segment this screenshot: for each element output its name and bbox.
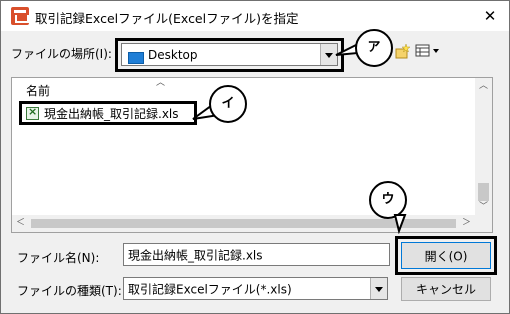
location-combo[interactable]: Desktop — [121, 43, 338, 66]
close-button[interactable]: ✕ — [477, 3, 503, 29]
file-type-select[interactable]: 取引記録Excelファイル(*.xls) — [123, 277, 388, 300]
callout-u-tail — [393, 214, 407, 234]
location-value: Desktop — [148, 47, 198, 62]
vertical-scrollbar[interactable]: ︿ ﹀ — [475, 78, 492, 216]
callout-a: ア — [355, 29, 393, 67]
file-item-name: 現金出納帳_取引記録.xls — [44, 107, 179, 121]
scroll-up-icon[interactable]: ︿ — [475, 78, 492, 95]
excel-file-icon — [26, 105, 39, 120]
callout-i: イ — [209, 85, 247, 123]
view-menu-icon[interactable] — [415, 43, 443, 59]
window-title: 取引記録Excelファイル(Excelファイル)を指定 — [35, 11, 299, 26]
title-bar: 取引記録Excelファイル(Excelファイル)を指定 ✕ — [1, 1, 509, 31]
file-name-label: ファイル名(N): — [17, 251, 100, 265]
scroll-left-icon[interactable]: ＜ — [12, 215, 29, 232]
file-name-value: 現金出納帳_取引記録.xls — [128, 248, 263, 262]
column-header-name[interactable]: 名前 — [26, 82, 50, 99]
file-type-label: ファイルの種類(T): — [17, 284, 122, 298]
file-open-dialog: 取引記録Excelファイル(Excelファイル)を指定 ✕ ファイルの場所(I)… — [0, 0, 510, 314]
chevron-down-icon[interactable] — [370, 278, 387, 299]
file-type-value: 取引記録Excelファイル(*.xls) — [128, 282, 292, 296]
location-label: ファイルの場所(I): — [11, 47, 112, 61]
scroll-down-icon[interactable]: ﹀ — [475, 199, 492, 216]
new-folder-icon[interactable] — [395, 43, 411, 61]
desktop-icon — [128, 52, 144, 64]
app-icon — [11, 7, 29, 25]
open-button[interactable]: 開く(O) — [401, 242, 491, 269]
file-item[interactable]: 現金出納帳_取引記録.xls — [19, 101, 197, 125]
cancel-button-label: キャンセル — [415, 282, 476, 297]
file-list[interactable]: ︿ 名前 現金出納帳_取引記録.xls ︿ ﹀ ＜ ＞ — [11, 77, 493, 233]
file-name-input[interactable]: 現金出納帳_取引記録.xls — [123, 243, 390, 266]
open-button-label: 開く(O) — [424, 249, 468, 263]
scrollbar-corner — [475, 215, 492, 232]
sort-ascending-icon: ︿ — [156, 78, 166, 88]
cancel-button[interactable]: キャンセル — [401, 277, 491, 301]
scroll-right-icon[interactable]: ＞ — [458, 215, 475, 232]
